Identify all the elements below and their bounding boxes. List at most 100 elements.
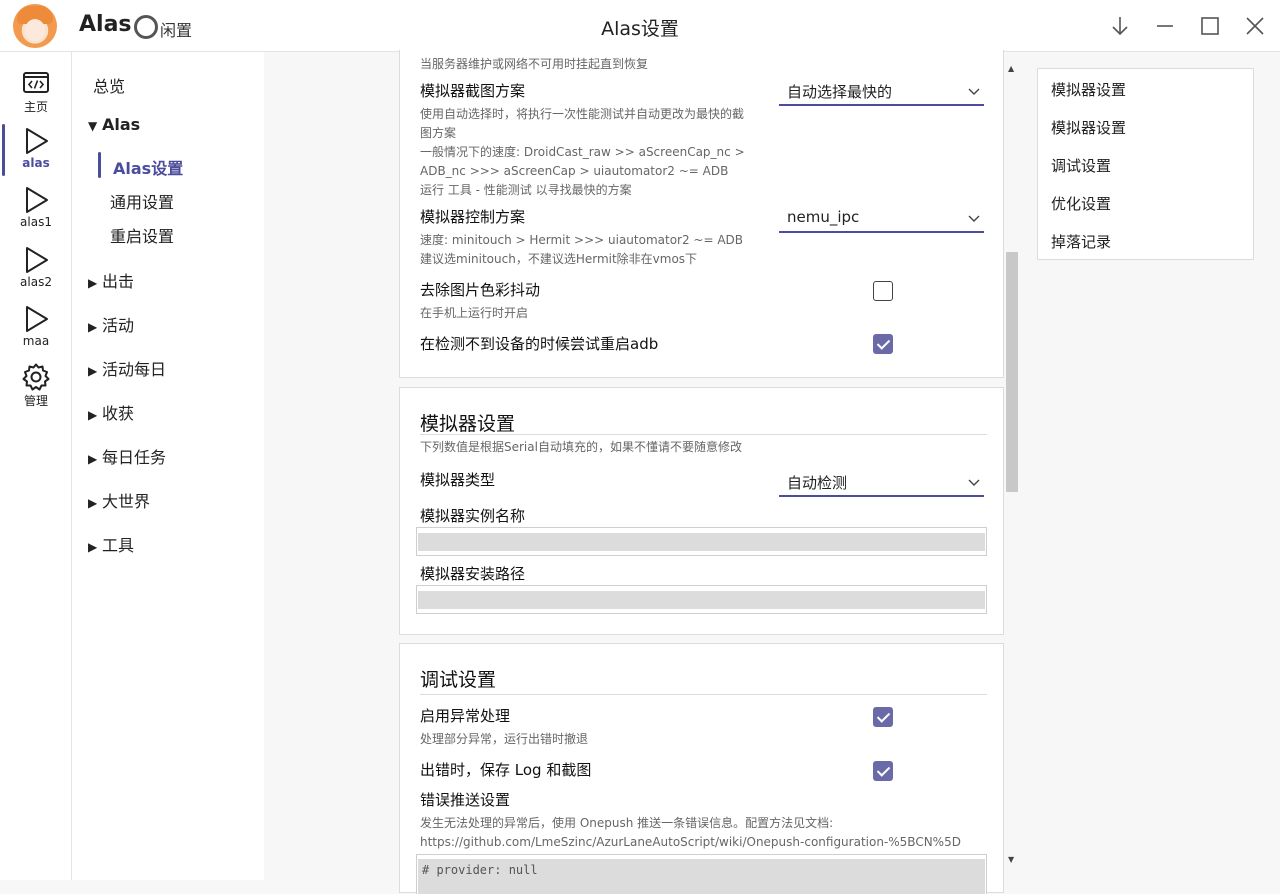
nav-restart-settings[interactable]: 重启设置 (110, 223, 174, 247)
nav-tools[interactable]: ▶ 工具 (88, 532, 134, 556)
install-path-input[interactable] (416, 585, 987, 614)
gear-icon (22, 363, 50, 391)
nav-label: 工具 (102, 536, 135, 555)
select-value: 自动选择最快的 (787, 83, 893, 101)
rail-item-alas1[interactable]: alas1 (0, 185, 72, 241)
card-title: 调试设置 (420, 669, 497, 691)
nav-opsi[interactable]: ▶ 大世界 (88, 488, 150, 512)
instance-name-input[interactable] (416, 527, 987, 556)
scroll-down-icon[interactable]: ▼ (1008, 855, 1014, 864)
nav-label: 收获 (102, 404, 135, 423)
select-value: nemu_ipc (787, 208, 860, 226)
caret-down-icon: ▼ (88, 119, 98, 133)
chevron-down-icon (968, 479, 980, 486)
help-line: ADB_nc >>> aScreenCap > uiautomator2 ~= … (420, 164, 729, 178)
help-line: https://github.com/LmeSzinc/AzurLaneAuto… (420, 835, 961, 849)
onepush-title: 错误推送设置 (420, 791, 511, 809)
minimize-button[interactable] (1151, 12, 1179, 40)
settings-scroll-area[interactable]: 当服务器维护或网络不可用时挂起直到恢复 模拟器截图方案 使用自动选择时，将执行一… (264, 50, 1020, 894)
toc-item[interactable]: 调试设置 (1051, 155, 1111, 176)
title-bar: Alas 闲置 Alas设置 (0, 0, 1280, 52)
screenshot-method-select[interactable]: 自动选择最快的 (779, 80, 984, 106)
control-method-select[interactable]: nemu_ipc (779, 207, 984, 233)
rail-item-home[interactable]: 主页 (0, 68, 72, 124)
handle-error-help: 处理部分异常，运行出错时撤退 (420, 732, 589, 746)
nav-daily-tasks[interactable]: ▶ 每日任务 (88, 444, 166, 468)
nav-label: 活动每日 (102, 360, 167, 379)
toc-item[interactable]: 模拟器设置 (1051, 79, 1126, 100)
rail-label: 管理 (23, 394, 48, 408)
save-error-title: 出错时，保存 Log 和截图 (420, 761, 592, 779)
icon-rail: 主页 alas alas1 alas2 maa 管理 (0, 52, 72, 880)
handle-error-title: 启用异常处理 (420, 707, 511, 725)
rail-item-alas[interactable]: alas (0, 126, 72, 182)
input-value (418, 591, 985, 609)
control-method-title: 模拟器控制方案 (420, 208, 526, 226)
play-icon (26, 187, 48, 213)
rail-item-manage[interactable]: 管理 (0, 362, 72, 418)
page-title: Alas设置 (601, 18, 679, 40)
code-preview: # provider: null (422, 863, 538, 877)
emulator-type-title: 模拟器类型 (420, 471, 496, 489)
install-path-title: 模拟器安装路径 (420, 565, 526, 583)
chevron-down-icon (968, 88, 980, 95)
main-scrollbar[interactable]: ▲ ▼ (1004, 60, 1020, 868)
rail-label: alas1 (20, 215, 52, 229)
card-title: 模拟器设置 (420, 413, 516, 435)
card-subtitle: 下列数值是根据Serial自动填充的，如果不懂请不要随意修改 (420, 440, 742, 454)
onepush-config-editor[interactable]: # provider: null (416, 854, 987, 894)
debug-settings-card: 调试设置 启用异常处理 处理部分异常，运行出错时撤退 出错时，保存 Log 和截… (399, 643, 1004, 894)
divider (420, 434, 987, 435)
toc-item[interactable]: 模拟器设置 (1051, 117, 1126, 138)
control-method-help: 速度: minitouch > Hermit >>> uiautomator2 … (420, 231, 780, 269)
nav-alas-settings[interactable]: Alas设置 (113, 155, 183, 179)
caret-right-icon: ▶ (88, 540, 98, 554)
select-value: 自动检测 (787, 474, 848, 492)
help-line: 运行 工具 - 性能测试 以寻找最快的方案 (420, 183, 632, 197)
rail-label: 主页 (23, 100, 48, 114)
rail-label: maa (22, 334, 50, 348)
instance-name-title: 模拟器实例名称 (420, 507, 526, 525)
save-error-checkbox[interactable] (873, 761, 893, 781)
code-window-icon (23, 72, 49, 93)
nav-sortie[interactable]: ▶ 出击 (88, 268, 134, 292)
screenshot-method-help: 使用自动选择时，将执行一次性能测试并自动更改为最快的截 图方案 一般情况下的速度… (420, 105, 780, 200)
toc-item[interactable]: 优化设置 (1051, 193, 1111, 214)
help-line: 一般情况下的速度: DroidCast_raw >> aScreenCap_nc… (420, 145, 745, 159)
table-of-contents: 模拟器设置 模拟器设置 调试设置 优化设置 掉落记录 (1037, 68, 1254, 260)
play-icon (26, 247, 48, 273)
remove-dither-checkbox[interactable] (873, 281, 893, 301)
maximize-button[interactable] (1196, 12, 1224, 40)
nav-group-alas[interactable]: ▼ Alas (88, 115, 140, 134)
rail-item-alas2[interactable]: alas2 (0, 245, 72, 301)
cut-help-text: 当服务器维护或网络不可用时挂起直到恢复 (420, 57, 649, 71)
nav-event[interactable]: ▶ 活动 (88, 312, 134, 336)
scroll-up-icon[interactable]: ▲ (1008, 64, 1014, 73)
play-icon (26, 306, 48, 332)
nav-general-settings[interactable]: 通用设置 (110, 189, 174, 213)
input-value (418, 533, 985, 551)
caret-right-icon: ▶ (88, 408, 98, 422)
emulator-card: 当服务器维护或网络不可用时挂起直到恢复 模拟器截图方案 使用自动选择时，将执行一… (399, 50, 1004, 378)
emulator-type-select[interactable]: 自动检测 (779, 471, 984, 497)
onepush-help: 发生无法处理的异常后，使用 Onepush 推送一条错误信息。配置方法见文档: … (420, 814, 990, 852)
nav-harvest[interactable]: ▶ 收获 (88, 400, 134, 424)
nav-label: 每日任务 (102, 448, 167, 467)
rail-item-maa[interactable]: maa (0, 304, 72, 360)
chevron-down-icon (968, 215, 980, 222)
help-line: 速度: minitouch > Hermit >>> uiautomator2 … (420, 233, 744, 247)
download-icon[interactable] (1106, 12, 1134, 40)
caret-right-icon: ▶ (88, 320, 98, 334)
handle-error-checkbox[interactable] (873, 707, 893, 727)
nav-label: 活动 (102, 316, 135, 335)
help-line: 使用自动选择时，将执行一次性能测试并自动更改为最快的截 (420, 107, 745, 121)
nav-label: 出击 (102, 272, 135, 291)
close-button[interactable] (1241, 12, 1269, 40)
restart-adb-checkbox[interactable] (873, 334, 893, 354)
restart-adb-title: 在检测不到设备的时候尝试重启adb (420, 335, 659, 353)
toc-item[interactable]: 掉落记录 (1051, 231, 1111, 252)
nav-event-daily[interactable]: ▶ 活动每日 (88, 356, 166, 380)
nav-overview[interactable]: 总览 (93, 73, 125, 97)
caret-right-icon: ▶ (88, 452, 98, 466)
scrollbar-thumb[interactable] (1006, 252, 1018, 492)
